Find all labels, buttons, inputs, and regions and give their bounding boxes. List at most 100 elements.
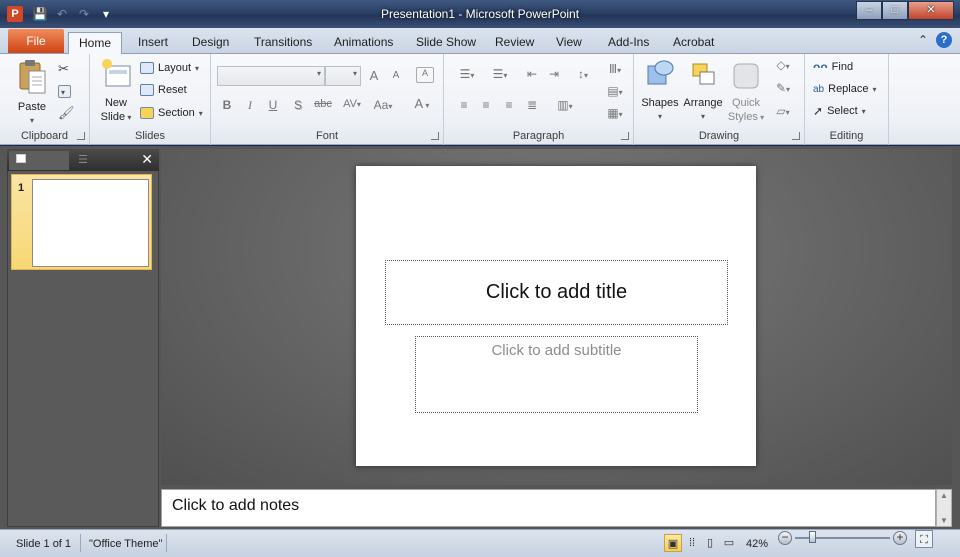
font-family-select[interactable]	[217, 66, 325, 86]
tab-slide-show[interactable]: Slide Show	[406, 32, 486, 54]
subtitle-placeholder[interactable]: Click to add subtitle	[415, 336, 698, 413]
shape-outline-icon[interactable]: ✎▾	[770, 81, 796, 95]
title-placeholder[interactable]: Click to add title	[385, 260, 728, 325]
shrink-font-button[interactable]: A	[386, 70, 406, 81]
copy-button[interactable]	[58, 82, 71, 100]
scissors-icon: ✂	[58, 61, 69, 76]
slide-thumbnail-selected[interactable]: 1	[11, 174, 152, 270]
paste-button[interactable]: Paste ▾	[10, 58, 54, 128]
minimize-ribbon-icon[interactable]: ⌃	[918, 33, 928, 47]
paste-icon	[19, 60, 46, 94]
line-spacing-icon[interactable]: ↕▾	[570, 67, 596, 81]
italic-button[interactable]: I	[240, 98, 260, 113]
section-label: Section	[158, 107, 195, 119]
theme-status[interactable]: "Office Theme"	[89, 538, 162, 550]
tab-animations[interactable]: Animations	[324, 32, 403, 54]
notes-pane[interactable]: Click to add notes	[161, 489, 936, 527]
select-label: Select	[827, 105, 858, 117]
normal-view-icon[interactable]: ▣	[664, 534, 682, 552]
paragraph-launcher-icon[interactable]	[621, 132, 629, 140]
layout-button[interactable]: Layout ▾	[140, 59, 199, 77]
columns-icon[interactable]: ▥▾	[552, 98, 578, 112]
slide-show-view-icon[interactable]: ▭	[720, 534, 738, 552]
decrease-indent-icon[interactable]: ⇤	[522, 67, 542, 81]
close-pane-icon[interactable]: ✕	[141, 151, 153, 168]
new-slide-label-line2: Slide ▾	[100, 111, 132, 123]
find-label: Find	[831, 61, 854, 73]
zoom-level[interactable]: 42%	[746, 538, 768, 550]
paintbrush-icon: 🖌	[58, 105, 75, 120]
tab-design[interactable]: Design	[182, 32, 239, 54]
tab-transitions[interactable]: Transitions	[244, 32, 322, 54]
group-slides: New Slide ▾ Layout ▾ Reset Section ▾ Slide…	[90, 54, 211, 145]
slide-canvas[interactable]: Click to add title Click to add subtitle	[356, 166, 756, 466]
character-spacing-button[interactable]: AV▾	[339, 98, 365, 110]
tab-outline-pane[interactable]: ☰	[71, 151, 131, 170]
strikethrough-button[interactable]: abc	[311, 98, 335, 110]
tab-slides-pane[interactable]	[9, 151, 69, 170]
shapes-button[interactable]: Shapes ▾	[640, 58, 680, 124]
ribbon-home: Paste ▾ ✂ 🖌 Clipboard New Slide ▾ Layou	[0, 54, 960, 145]
arrange-button[interactable]: Arrange ▾	[680, 58, 726, 124]
quick-styles-button[interactable]: Quick Styles ▾	[726, 58, 766, 125]
grow-font-button[interactable]: A	[364, 68, 384, 83]
new-slide-button[interactable]: New Slide ▾	[96, 58, 136, 125]
find-button[interactable]: ᴖᴖ Find	[813, 58, 853, 76]
tab-review[interactable]: Review	[485, 32, 544, 54]
justify-icon[interactable]: ≣	[522, 98, 542, 112]
align-left-icon[interactable]: ≡	[454, 98, 474, 112]
clipboard-launcher-icon[interactable]	[77, 132, 85, 140]
zoom-out-icon[interactable]: −	[778, 531, 792, 545]
drawing-launcher-icon[interactable]	[792, 132, 800, 140]
fit-to-window-icon[interactable]: ⛶	[915, 530, 933, 548]
align-center-icon[interactable]: ≡	[476, 98, 496, 112]
reading-view-icon[interactable]: ▯	[701, 534, 719, 552]
close-button[interactable]: ✕	[908, 1, 954, 20]
underline-button[interactable]: U	[263, 98, 283, 112]
font-size-select[interactable]	[325, 66, 361, 86]
tab-view[interactable]: View	[546, 32, 592, 54]
text-shadow-button[interactable]: S	[288, 98, 308, 112]
scroll-up-icon[interactable]: ▲	[940, 491, 948, 500]
change-case-button[interactable]: Aa▾	[369, 98, 397, 112]
section-button[interactable]: Section ▾	[140, 104, 203, 122]
zoom-slider-thumb[interactable]	[809, 531, 816, 543]
help-icon[interactable]: ?	[936, 32, 952, 48]
font-color-button[interactable]: A ▾	[409, 96, 435, 111]
tab-insert[interactable]: Insert	[128, 32, 178, 54]
shape-effects-icon[interactable]: ▱▾	[770, 104, 796, 118]
format-painter-button[interactable]: 🖌	[58, 104, 75, 122]
group-paragraph: ☰▾ ☰▾ ⇤ ⇥ ↕▾ Ⅲ▾ ≡ ≡ ≡ ≣ ▥▾ ▤▾ ▦▾ Paragra…	[444, 54, 634, 145]
zoom-in-icon[interactable]: +	[893, 531, 907, 545]
font-launcher-icon[interactable]	[431, 132, 439, 140]
shape-fill-icon[interactable]: ◇▾	[770, 58, 796, 72]
group-font: A A A B I U S abc AV▾ Aa▾ A ▾ Font	[211, 54, 444, 145]
tab-home[interactable]: Home	[68, 32, 123, 55]
replace-icon: ab	[813, 83, 825, 95]
minimize-button[interactable]: ‒	[856, 1, 882, 20]
select-button[interactable]: ➚ Select ▾	[813, 102, 866, 120]
reset-button[interactable]: Reset	[140, 81, 187, 99]
align-right-icon[interactable]: ≡	[499, 98, 519, 112]
paste-dropdown-icon[interactable]: ▾	[10, 114, 54, 128]
group-clipboard: Paste ▾ ✂ 🖌 Clipboard	[0, 54, 90, 145]
maximize-button[interactable]: □	[882, 1, 908, 20]
align-text-icon[interactable]: ▤▾	[602, 84, 628, 98]
cut-button[interactable]: ✂	[58, 60, 69, 78]
copy-icon	[58, 84, 71, 98]
group-label-clipboard: Clipboard	[20, 130, 69, 142]
clear-formatting-icon[interactable]: A	[416, 67, 434, 83]
slide-sorter-view-icon[interactable]: ⁞⁞	[683, 534, 701, 552]
replace-button[interactable]: ab Replace ▾	[813, 80, 877, 98]
numbering-icon[interactable]: ☰▾	[486, 67, 514, 81]
smartart-icon[interactable]: ▦▾	[602, 106, 628, 120]
tab-add-ins[interactable]: Add-Ins	[598, 32, 659, 54]
scroll-down-icon[interactable]: ▼	[940, 516, 948, 525]
bullets-icon[interactable]: ☰▾	[454, 67, 480, 81]
tab-file[interactable]: File	[8, 29, 64, 53]
tab-acrobat[interactable]: Acrobat	[663, 32, 724, 54]
bold-button[interactable]: B	[217, 98, 237, 112]
notes-scrollbar[interactable]: ▲ ▼	[936, 489, 952, 527]
text-direction-icon[interactable]: Ⅲ▾	[602, 62, 628, 76]
increase-indent-icon[interactable]: ⇥	[544, 67, 564, 81]
